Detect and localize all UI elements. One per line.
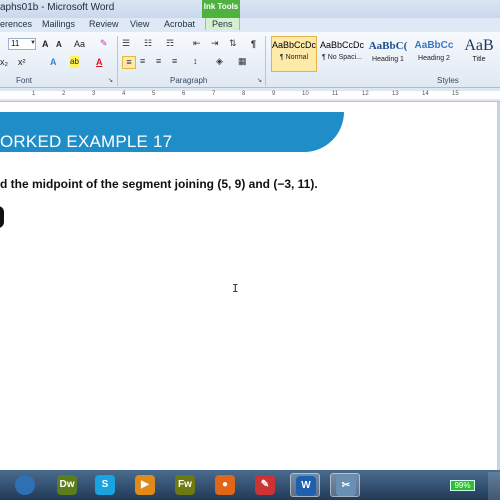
taskbar-snipping-button[interactable]: ✂ xyxy=(330,473,360,497)
tab-view[interactable]: View xyxy=(130,18,149,30)
ruler-number: 9 xyxy=(272,91,276,97)
ruler-number: 13 xyxy=(392,91,399,97)
multilevel-list-icon[interactable]: ☶ xyxy=(166,38,174,49)
style-preview: AaBbCcDc xyxy=(320,40,364,50)
align-left-icon[interactable]: ≡ xyxy=(122,56,136,69)
text-effects-button[interactable]: A xyxy=(50,56,57,68)
ruler-number: 2 xyxy=(62,91,66,97)
style-preview: AaBbCcDc xyxy=(272,40,316,50)
align-right-icon[interactable]: ≡ xyxy=(156,56,161,67)
ink-tools-context-header: Ink Tools xyxy=(202,0,240,18)
style-name: ¶ Normal xyxy=(279,54,309,61)
change-case-button[interactable]: Aa xyxy=(74,38,85,50)
style-preview: AaB xyxy=(464,37,494,54)
ruler-number: 3 xyxy=(92,91,96,97)
subscript-button[interactable]: x₂ xyxy=(0,56,8,68)
example-title: ORKED EXAMPLE 17 xyxy=(0,132,173,151)
ruler-number: 5 xyxy=(152,91,156,97)
highlight-button[interactable]: ab xyxy=(70,56,79,68)
window-title: aphs01b - Microsoft Word xyxy=(0,2,115,13)
font-color-button[interactable]: A xyxy=(96,56,103,68)
ink-mark xyxy=(0,206,4,228)
style-name: Title xyxy=(472,56,486,63)
taskbar-word-button[interactable]: W xyxy=(290,473,320,497)
firefox-icon: ● xyxy=(215,475,235,495)
ruler-number: 7 xyxy=(212,91,216,97)
snipping-icon: ✂ xyxy=(336,476,356,496)
ruler-number: 1 xyxy=(32,91,36,97)
style-heading-2[interactable]: AaBbCc Heading 2 xyxy=(412,36,456,72)
title-bar: aphs01b - Microsoft Word Ink Tools xyxy=(0,0,500,18)
skype-icon: S xyxy=(95,475,115,495)
decrease-indent-icon[interactable]: ⇤ xyxy=(193,38,201,49)
justify-icon[interactable]: ≡ xyxy=(172,56,177,67)
style-title[interactable]: AaB Title xyxy=(458,36,500,72)
document-page[interactable]: ORKED EXAMPLE 17 d the midpoint of the s… xyxy=(0,102,500,470)
taskbar-paint-button[interactable]: ✎ xyxy=(250,473,280,497)
increase-indent-icon[interactable]: ⇥ xyxy=(211,38,219,49)
ribbon: 11 ▼ A A Aa ✎ x₂ x² A ab A Font ↘ ☰ ☷ ☶ … xyxy=(0,32,500,88)
tab-mailings[interactable]: Mailings xyxy=(42,18,75,30)
dreamweaver-icon: Dw xyxy=(57,475,77,495)
chevron-down-icon[interactable]: ▼ xyxy=(30,38,36,49)
bullets-icon[interactable]: ☰ xyxy=(122,38,130,49)
dialog-launcher-icon[interactable]: ↘ xyxy=(257,76,262,87)
line-spacing-icon[interactable]: ↕ xyxy=(193,56,198,67)
word-icon: W xyxy=(296,476,316,496)
tab-acrobat[interactable]: Acrobat xyxy=(164,18,195,30)
grow-font-button[interactable]: A xyxy=(42,38,49,50)
text-cursor-icon: I xyxy=(232,282,239,295)
question-text: d the midpoint of the segment joining (5… xyxy=(0,177,318,191)
shading-icon[interactable]: ◈ xyxy=(216,56,223,67)
numbering-icon[interactable]: ☷ xyxy=(144,38,152,49)
taskbar-fireworks-button[interactable]: Fw xyxy=(170,473,200,497)
ruler-number: 10 xyxy=(302,91,309,97)
taskbar-firefox-button[interactable]: ● xyxy=(210,473,240,497)
font-group-label: Font xyxy=(16,76,33,85)
taskbar-skype-button[interactable]: S xyxy=(90,473,120,497)
borders-icon[interactable]: ▦ xyxy=(238,56,247,67)
taskbar-dreamweaver-button[interactable]: Dw xyxy=(52,473,82,497)
show-desktop-button[interactable] xyxy=(488,472,500,500)
ruler-number: 4 xyxy=(122,91,126,97)
start-orb-icon xyxy=(15,475,35,495)
style-name: Heading 1 xyxy=(372,56,404,63)
style-name: Heading 2 xyxy=(418,55,450,62)
ruler-number: 12 xyxy=(362,91,369,97)
paragraph-group-label: Paragraph xyxy=(170,76,208,85)
battery-indicator[interactable]: 99% xyxy=(450,480,475,491)
tab-review[interactable]: Review xyxy=(89,18,119,30)
taskbar-start-orb-button[interactable] xyxy=(10,473,40,497)
ruler-number: 14 xyxy=(422,91,429,97)
style-name: ¶ No Spaci... xyxy=(322,54,362,61)
ruler-number: 11 xyxy=(332,91,339,97)
example-banner: ORKED EXAMPLE 17 xyxy=(0,112,344,152)
style-normal[interactable]: AaBbCcDc ¶ Normal xyxy=(271,36,317,72)
tab-pens[interactable]: Pens xyxy=(205,18,240,30)
ruler-number: 15 xyxy=(452,91,459,97)
ruler-number: 6 xyxy=(182,91,186,97)
show-formatting-button[interactable]: ¶ xyxy=(251,38,256,50)
group-divider xyxy=(117,36,118,86)
tab-references[interactable]: erences xyxy=(0,18,32,30)
shrink-font-button[interactable]: A xyxy=(56,39,62,51)
align-center-icon[interactable]: ≡ xyxy=(140,56,145,67)
style-preview: AaBbCc xyxy=(414,40,454,51)
paint-icon: ✎ xyxy=(255,475,275,495)
superscript-button[interactable]: x² xyxy=(18,56,26,68)
styles-group-label: Styles xyxy=(437,76,459,85)
dialog-launcher-icon[interactable]: ↘ xyxy=(108,76,113,87)
taskbar-media-player-button[interactable]: ▶ xyxy=(130,473,160,497)
ribbon-tabs: erences Mailings Review View Acrobat Pen… xyxy=(0,18,500,32)
fireworks-icon: Fw xyxy=(175,475,195,495)
media-player-icon: ▶ xyxy=(135,475,155,495)
clear-formatting-icon[interactable]: ✎ xyxy=(100,38,108,49)
ruler-number: 8 xyxy=(242,91,246,97)
sort-icon[interactable]: ⇅ xyxy=(229,38,237,49)
style-heading-1[interactable]: AaBbC( Heading 1 xyxy=(366,36,410,72)
style-preview: AaBbC( xyxy=(368,40,408,52)
group-divider xyxy=(265,36,266,86)
style-no-spacing[interactable]: AaBbCcDc ¶ No Spaci... xyxy=(319,36,365,72)
